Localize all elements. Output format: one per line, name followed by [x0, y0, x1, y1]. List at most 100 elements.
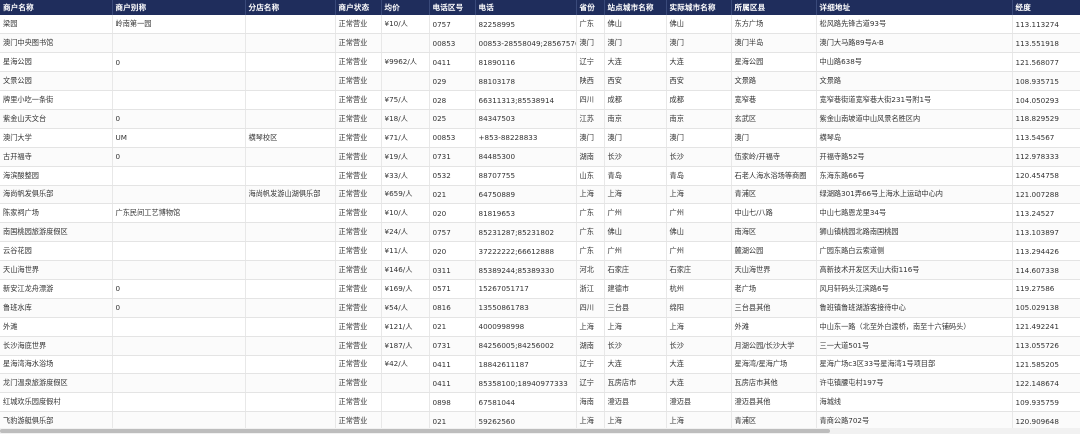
table-row[interactable]: 天山海世界 正常营业 ¥146/人 0311 85389244;85389330 河北 石家…: [0, 260, 1080, 280]
table-cell: 109.935759: [1012, 392, 1080, 413]
table-row[interactable]: 文景公园 正常营业 029 88103178 陕西 西安 西安 文景路 文景路 108.93571…: [0, 71, 1080, 92]
table-row[interactable]: 澳门中央图书馆 正常营业 00853 00853-28558049;28567576 澳…: [0, 33, 1080, 54]
table-cell: 105.029138: [1012, 298, 1080, 318]
column-header[interactable]: 实际城市名称: [666, 0, 732, 15]
table-cell: 风月轩码头江滨路6号: [816, 279, 1013, 299]
table-cell: [245, 260, 336, 280]
table-cell: 四川: [576, 298, 605, 318]
table-cell: 高新技术开发区天山大街116号: [816, 260, 1013, 280]
table-cell: UM: [112, 128, 246, 148]
table-cell: 121.568077: [1012, 52, 1080, 73]
table-cell: 三一大道501号: [816, 336, 1013, 356]
table-row[interactable]: 红城欢乐园度假村 正常营业 0898 67581044 海南 澄迈县 澄迈县 澄迈县其他 海城线…: [0, 392, 1080, 413]
column-header[interactable]: 商户状态: [335, 0, 382, 15]
table-cell: 正常营业: [335, 355, 382, 375]
table-cell: 青浦区: [731, 185, 817, 205]
column-header[interactable]: 电话: [475, 0, 577, 15]
table-cell: 石家庄: [666, 260, 732, 280]
table-cell: 江苏: [576, 109, 605, 129]
table-row[interactable]: 星海湾海水浴场 正常营业 ¥42/人 0411 18842611187 辽宁 大连 大连 星海湾…: [0, 355, 1080, 375]
column-header[interactable]: 电话区号: [429, 0, 476, 15]
table-row[interactable]: 长沙海底世界 正常营业 ¥187/人 0731 84256005;84256002 湖南长…: [0, 336, 1080, 356]
table-cell: [245, 279, 336, 299]
table-cell: 正常营业: [335, 279, 382, 299]
table-cell: 湖南: [576, 147, 605, 167]
table-cell: 正常营业: [335, 317, 382, 337]
column-header[interactable]: 商户别称: [112, 0, 246, 15]
table-cell: 0: [112, 52, 246, 73]
table-cell: 0898: [429, 392, 476, 413]
column-header[interactable]: 所属区县: [731, 0, 817, 15]
table-cell: 64750889: [475, 185, 577, 205]
table-cell: 宽窄巷街道宽窄巷大街231号附1号: [816, 90, 1013, 110]
column-header[interactable]: 详细地址: [816, 0, 1013, 15]
table-cell: [245, 109, 336, 129]
table-cell: 外滩: [0, 317, 113, 337]
table-cell: 牌里小吃一条街: [0, 90, 113, 110]
table-cell: 玄武区: [731, 109, 817, 129]
table-cell: [245, 317, 336, 337]
horizontal-scrollbar[interactable]: [0, 428, 1080, 434]
table-cell: 梁园: [0, 15, 113, 35]
table-row[interactable]: 外滩 正常营业 ¥121/人 021 4000998998 上海 上海 上海 外滩 中山东一路（北…: [0, 317, 1080, 337]
table-cell: 0: [112, 109, 246, 129]
table-row[interactable]: 龙门温泉旅游度假区 正常营业 0411 85358100;18940977333 辽宁瓦…: [0, 373, 1080, 394]
table-cell: 上海: [666, 317, 732, 337]
table-row[interactable]: 牌里小吃一条街 正常营业 ¥75/人 028 66311313;85538914 四川 成都…: [0, 90, 1080, 110]
table-cell: 辽宁: [576, 52, 605, 73]
table-cell: 正常营业: [335, 260, 382, 280]
table-row[interactable]: 海滨酸整园 正常营业 ¥33/人 0532 88707755 山东 青岛 青岛 石老人海水浴场等…: [0, 166, 1080, 186]
table-cell: 鲁班镇鲁班湖游客接待中心: [816, 298, 1013, 318]
table-row[interactable]: 古开福寺 0 正常营业 ¥19/人 0731 84485300 湖南 长沙 长沙 伍家岭/开福寺开…: [0, 147, 1080, 167]
table-cell: 澳门: [604, 128, 667, 148]
table-cell: 西安: [666, 71, 732, 92]
table-cell: [112, 241, 246, 262]
table-row[interactable]: 海尚帆发俱乐部 海尚帆发游山湖俱乐部 正常营业 ¥659/人 021 64750889 上海…: [0, 185, 1080, 205]
table-cell: 长沙: [604, 147, 667, 167]
table-cell: 广东: [576, 222, 605, 243]
table-cell: 大连: [666, 355, 732, 375]
table-cell: 开福寺路52号: [816, 147, 1013, 167]
table-cell: 成都: [666, 90, 732, 110]
column-header[interactable]: 均价: [381, 0, 430, 15]
column-header[interactable]: 站点城市名称: [604, 0, 667, 15]
column-header[interactable]: 省份: [576, 0, 605, 15]
column-header[interactable]: 分店名称: [245, 0, 336, 15]
table-header: 商户名称 商户别称 分店名称 商户状态 均价 电话区号 电话 省份 站点城市名称 实际城市名称 所属…: [0, 0, 1080, 15]
table-cell: 大连: [604, 355, 667, 375]
table-cell: 澄迈县: [666, 392, 732, 413]
table-cell: 13550861783: [475, 298, 577, 318]
table-cell: 松风路先锋古道93号: [816, 15, 1013, 35]
table-cell: [245, 336, 336, 356]
column-header[interactable]: 经度: [1012, 0, 1080, 15]
table-cell: 紫金山南坡道中山风景名胜区内: [816, 109, 1013, 129]
table-row[interactable]: 澳门大学 UM 横琴校区 正常营业 ¥71/人 00853 +853-88228833 澳门澳…: [0, 128, 1080, 148]
table-cell: [245, 90, 336, 110]
table-cell: 星海湾/星海广场: [731, 355, 817, 375]
scrollbar-thumb[interactable]: [0, 429, 830, 433]
table-cell: [245, 166, 336, 186]
table-cell: [245, 52, 336, 73]
table-cell: [112, 185, 246, 205]
table-cell: 澳门大马路89号A-B: [816, 33, 1013, 54]
table-cell: [112, 71, 246, 92]
table-row[interactable]: 星海公园 0 正常营业 ¥9962/人 0411 81890116 辽宁 大连 大连 星海公园 中山…: [0, 52, 1080, 73]
table-cell: 0411: [429, 52, 476, 73]
table-cell: 120.454758: [1012, 166, 1080, 186]
table-row[interactable]: 云谷花园 正常营业 ¥11/人 020 37222222;66612888 广东 广州 广州麓…: [0, 241, 1080, 262]
table-cell: [245, 298, 336, 318]
column-header[interactable]: 商户名称: [0, 0, 113, 15]
table-row[interactable]: 紫金山天文台 0 正常营业 ¥18/人 025 84347503 江苏 南京 南京 玄武区 紫金山南…: [0, 109, 1080, 129]
table-cell: 大连: [666, 52, 732, 73]
table-cell: +853-88228833: [475, 128, 577, 148]
table-cell: 广园东路白云索道侧: [816, 241, 1013, 262]
table-cell: 三台县其他: [731, 298, 817, 318]
table-row[interactable]: 陈家祠广场 广东民间工艺博物馆 正常营业 ¥10/人 020 81819653 广东 广州 广州…: [0, 203, 1080, 224]
table-cell: ¥10/人: [381, 203, 430, 224]
table-cell: 113.54567: [1012, 128, 1080, 148]
table-cell: 古开福寺: [0, 147, 113, 167]
table-row[interactable]: 新安江龙舟漂游 0 正常营业 ¥169/人 0571 15267051717 浙江 建德市 杭州…: [0, 279, 1080, 299]
table-row[interactable]: 梁园 岭南第一园 正常营业 ¥10/人 0757 82258995 广东 佛山 佛山 东方广场 松风…: [0, 15, 1080, 35]
table-row[interactable]: 鲁班水库 0 正常营业 ¥54/人 0816 13550861783 四川 三台县 绵阳 三台县其…: [0, 298, 1080, 318]
table-row[interactable]: 南国桃园旅游度假区 正常营业 ¥24/人 0757 85231287;85231802 广…: [0, 222, 1080, 243]
